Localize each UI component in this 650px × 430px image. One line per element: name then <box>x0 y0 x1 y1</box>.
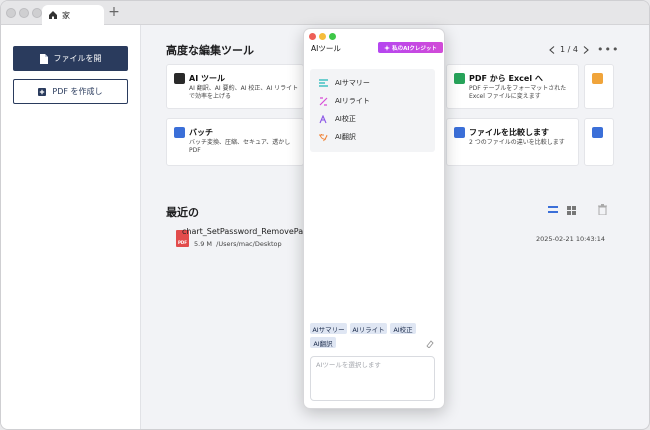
ai-menu: AIサマリー AIリライト AI校正 AI翻訳 <box>310 69 435 152</box>
ai-prompt-input[interactable] <box>316 361 428 369</box>
tool-card-title: AI ツール <box>189 74 225 83</box>
tool-card-desc: PDF テーブルをフォーマットされた Excel ファイルに変えます <box>469 85 567 100</box>
menu-item-translate[interactable]: AI翻訳 <box>319 129 356 145</box>
popup-minimize-button[interactable] <box>319 33 326 40</box>
chip-rewrite[interactable]: AIリライト <box>350 323 387 334</box>
excel-icon <box>454 73 465 84</box>
translate-icon <box>319 133 328 141</box>
open-file-button[interactable]: ファイルを開 <box>13 46 128 71</box>
plus-icon <box>38 87 47 96</box>
chip-translate[interactable]: AI翻訳 <box>310 337 336 348</box>
tool-card-desc: AI 翻訳、AI 要約、AI 校正、AI リライトで効率を上げる <box>189 85 299 100</box>
chevron-right-icon[interactable] <box>583 45 589 54</box>
tools-section-title: 高度な編集ツール <box>166 44 254 57</box>
chevron-left-icon[interactable] <box>549 45 555 54</box>
recent-section-title: 最近の <box>166 206 199 219</box>
compare-icon <box>454 127 465 138</box>
window-minimize-button[interactable] <box>19 8 29 18</box>
tool-card-title: ファイルを比較します <box>469 128 549 137</box>
tool-icon <box>592 127 603 138</box>
tool-card-ai[interactable]: AI ツール AI 翻訳、AI 要約、AI 校正、AI リライトで効率を上げる <box>166 64 304 109</box>
file-name: chart_SetPassword_RemovePas <box>182 227 308 236</box>
list-view-icon[interactable] <box>548 206 558 214</box>
tool-card-batch[interactable]: バッチ バッチ変換、圧縮、セキュア、透かし PDF <box>166 118 304 166</box>
eraser-icon[interactable] <box>426 340 434 348</box>
ai-tools-popup: AIツール 私のAIクレジット AIサマリー AIリライト AI校正 AI翻訳 <box>303 28 445 409</box>
tool-card-partial[interactable] <box>584 64 614 109</box>
popup-title: AIツール <box>311 44 341 53</box>
ai-tool-icon <box>174 73 185 84</box>
tab-home[interactable]: 家 <box>42 5 104 25</box>
tool-icon <box>592 73 603 84</box>
summary-icon <box>319 78 328 87</box>
tool-card-title: PDF から Excel へ <box>469 74 543 83</box>
file-icon <box>39 53 48 64</box>
file-path: /Users/mac/Desktop <box>216 240 282 248</box>
tool-card-desc: 2 つのファイルの違いを比較します <box>469 139 565 146</box>
window-zoom-button[interactable] <box>32 8 42 18</box>
home-icon <box>49 11 57 19</box>
ai-prompt-box <box>310 356 435 401</box>
pager-text: 1 / 4 <box>560 45 578 54</box>
create-pdf-label: PDF を作成し <box>52 87 103 96</box>
credit-label: 私のAIクレジット <box>392 45 437 52</box>
menu-item-summary[interactable]: AIサマリー <box>319 75 370 91</box>
tool-card-title: バッチ <box>189 128 213 137</box>
menu-item-rewrite[interactable]: AIリライト <box>319 93 370 109</box>
add-tab-button[interactable]: + <box>107 4 121 20</box>
popup-zoom-button[interactable] <box>329 33 336 40</box>
popup-close-button[interactable] <box>309 33 316 40</box>
ai-credit-button[interactable]: 私のAIクレジット <box>378 42 443 53</box>
proofread-icon <box>319 114 327 123</box>
window-close-button[interactable] <box>6 8 16 18</box>
create-pdf-button[interactable]: PDF を作成し <box>13 79 128 104</box>
tool-card-pdf-to-excel[interactable]: PDF から Excel へ PDF テーブルをフォーマットされた Excel … <box>446 64 579 109</box>
file-date: 2025-02-21 10:43:14 <box>536 235 606 243</box>
tool-card-desc: バッチ変換、圧縮、セキュア、透かし PDF <box>189 139 291 154</box>
pager: 1 / 4 <box>549 45 589 54</box>
file-meta: 5.9 M /Users/mac/Desktop <box>194 240 282 248</box>
chip-proofread[interactable]: AI校正 <box>390 323 416 334</box>
menu-item-proofread[interactable]: AI校正 <box>319 111 356 127</box>
tool-card-compare[interactable]: ファイルを比較します 2 つのファイルの違いを比較します <box>446 118 579 166</box>
sparkle-icon <box>384 44 391 51</box>
file-size: 5.9 M <box>194 240 213 248</box>
sidebar: ファイルを開 PDF を作成し <box>1 25 141 429</box>
trash-icon[interactable] <box>598 204 607 215</box>
grid-view-icon[interactable] <box>567 206 576 215</box>
more-icon[interactable]: ••• <box>597 43 619 56</box>
rewrite-icon <box>319 96 328 106</box>
app-window: 家 + ファイルを開 PDF を作成し 高度な編集ツール 1 / 4 ••• A… <box>0 0 650 430</box>
tool-card-partial[interactable] <box>584 118 614 166</box>
tab-bar: 家 + <box>1 1 649 25</box>
tab-label: 家 <box>62 10 70 20</box>
layers-icon <box>174 127 185 138</box>
chip-summary[interactable]: AIサマリー <box>310 323 347 334</box>
open-file-label: ファイルを開 <box>53 54 102 63</box>
